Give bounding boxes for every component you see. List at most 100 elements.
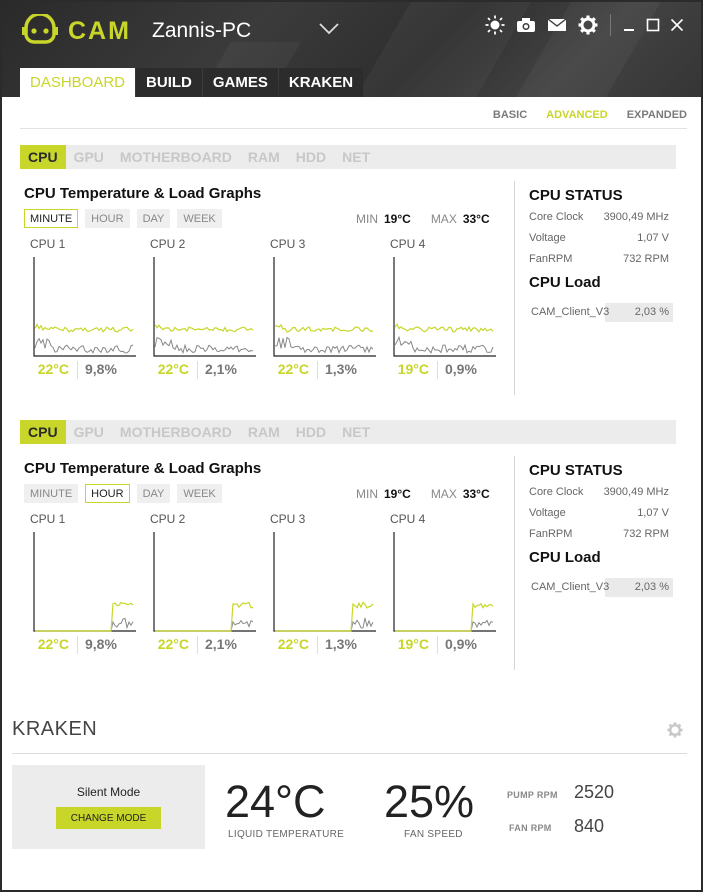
range-minute-button[interactable]: MINUTE: [24, 484, 79, 503]
core-name: CPU 2: [150, 512, 186, 526]
tab-cpu[interactable]: CPU: [20, 420, 66, 444]
core-load: 1,3%: [325, 361, 357, 377]
range-hour-button[interactable]: HOUR: [85, 484, 130, 503]
tab-build[interactable]: BUILD: [136, 68, 202, 97]
brightness-icon[interactable]: [483, 14, 507, 36]
mode-expanded[interactable]: EXPANDED: [627, 109, 687, 121]
core-load: 0,9%: [445, 361, 477, 377]
core-temp: 19°C: [397, 636, 429, 652]
core-graph: CPU 2 22°C 2,1%: [143, 512, 256, 654]
pump-rpm-label: PUMP RPM: [507, 790, 558, 800]
component-tabs: CPU GPU MOTHERBOARD RAM HDD NET: [20, 420, 676, 444]
close-icon[interactable]: [665, 14, 689, 36]
tab-ram[interactable]: RAM: [240, 145, 288, 169]
range-day-button[interactable]: DAY: [136, 209, 171, 228]
core-load: 2,1%: [205, 636, 237, 652]
tab-gpu[interactable]: GPU: [66, 420, 112, 444]
load-app-name: CAM_Client_V3: [531, 581, 610, 593]
core-temp-load-graph: [153, 532, 256, 632]
core-temp-load-graph: [33, 532, 136, 632]
core-clock-value: 3900,49 MHz: [603, 211, 669, 223]
range-hour-button[interactable]: HOUR: [85, 209, 130, 228]
core-temp-load-graph: [393, 532, 496, 632]
camera-icon[interactable]: [514, 14, 538, 36]
tab-gpu[interactable]: GPU: [66, 145, 112, 169]
core-graph: CPU 3 22°C 1,3%: [263, 512, 376, 654]
range-week-button[interactable]: WEEK: [177, 484, 222, 503]
tab-kraken[interactable]: KRAKEN: [278, 68, 364, 97]
change-mode-button[interactable]: CHANGE MODE: [56, 807, 161, 829]
voltage-value: 1,07 V: [637, 232, 669, 244]
fan-rpm-label: FAN RPM: [509, 823, 552, 833]
load-row: CAM_Client_V3 2,03 %: [529, 303, 673, 322]
max-label: MAX: [430, 212, 457, 226]
core-name: CPU 4: [390, 237, 426, 251]
status-title: CPU STATUS: [529, 187, 623, 204]
status-title: CPU STATUS: [529, 462, 623, 479]
range-week-button[interactable]: WEEK: [177, 209, 222, 228]
load-row: CAM_Client_V3 2,03 %: [529, 578, 673, 597]
component-tabs: CPU GPU MOTHERBOARD RAM HDD NET: [20, 145, 676, 169]
fan-rpm-value: 840: [574, 816, 605, 836]
core-name: CPU 2: [150, 237, 186, 251]
tab-dashboard[interactable]: DASHBOARD: [20, 68, 136, 97]
load-app-name: CAM_Client_V3: [531, 306, 610, 318]
tab-net[interactable]: NET: [334, 145, 378, 169]
tab-hdd[interactable]: HDD: [288, 420, 334, 444]
core-load: 1,3%: [325, 636, 357, 652]
fan-rpm-row: FanRPM 732 RPM: [529, 528, 669, 540]
nzxt-face-icon: [22, 14, 58, 44]
core-temp-load-graph: [33, 257, 136, 357]
tab-hdd[interactable]: HDD: [288, 145, 334, 169]
core-load: 0,9%: [445, 636, 477, 652]
maximize-icon[interactable]: [641, 14, 665, 36]
voltage-label: Voltage: [529, 232, 566, 244]
range-day-button[interactable]: DAY: [136, 484, 171, 503]
cam-window: CAM Zannis-PC DASHBOARD BUILD GAMES KRAK…: [0, 0, 703, 892]
tab-ram[interactable]: RAM: [240, 420, 288, 444]
window-controls: [476, 14, 689, 36]
fan-rpm-value: 732 RPM: [623, 528, 669, 540]
fan-rpm-value: 732 RPM: [623, 253, 669, 265]
pc-name[interactable]: Zannis-PC: [152, 19, 251, 43]
mode-name: Silent Mode: [76, 785, 141, 799]
pump-rpm-value: 2520: [574, 782, 615, 802]
tab-cpu[interactable]: CPU: [20, 145, 66, 169]
core-name: CPU 1: [30, 512, 66, 526]
kraken-title: KRAKEN: [12, 718, 98, 740]
voltage-row: Voltage 1,07 V: [529, 507, 669, 519]
kraken-mode-box: Silent Mode CHANGE MODE: [12, 765, 205, 849]
liquid-temp-value: 24°C: [225, 776, 326, 827]
tab-motherboard[interactable]: MOTHERBOARD: [112, 420, 240, 444]
load-percent: 2,03 %: [634, 581, 669, 593]
max-value: 33°C: [462, 487, 490, 501]
range-minute-button[interactable]: MINUTE: [24, 209, 79, 228]
min-value: 19°C: [384, 212, 411, 226]
min-label: MIN: [356, 212, 378, 226]
tab-motherboard[interactable]: MOTHERBOARD: [112, 145, 240, 169]
mail-icon[interactable]: [545, 14, 569, 36]
gear-icon[interactable]: [576, 14, 600, 36]
minimize-icon[interactable]: [617, 14, 641, 36]
core-load: 2,1%: [205, 361, 237, 377]
mode-basic[interactable]: BASIC: [493, 109, 527, 121]
core-graph: CPU 2 22°C 2,1%: [143, 237, 256, 379]
min-label: MIN: [356, 487, 378, 501]
chevron-down-icon[interactable]: [318, 22, 340, 41]
core-name: CPU 3: [270, 512, 306, 526]
mode-advanced[interactable]: ADVANCED: [546, 109, 608, 121]
core-temp: 22°C: [157, 636, 189, 652]
tab-games[interactable]: GAMES: [202, 68, 278, 97]
core-temp: 22°C: [37, 361, 69, 377]
kraken-settings-icon[interactable]: [667, 722, 683, 743]
graphs-title: CPU Temperature & Load Graphs: [24, 460, 262, 477]
core-clock-label: Core Clock: [529, 486, 584, 498]
load-percent: 2,03 %: [634, 306, 669, 318]
tab-net[interactable]: NET: [334, 420, 378, 444]
view-mode-links: BASIC ADVANCED EXPANDED: [474, 109, 687, 121]
graphs-title: CPU Temperature & Load Graphs: [24, 185, 262, 202]
core-name: CPU 3: [270, 237, 306, 251]
core-graph: CPU 3 22°C 1,3%: [263, 237, 376, 379]
cpu-status: CPU STATUS Core Clock 3900,49 MHz Voltage…: [514, 181, 680, 395]
core-temp-load-graph: [273, 532, 376, 632]
